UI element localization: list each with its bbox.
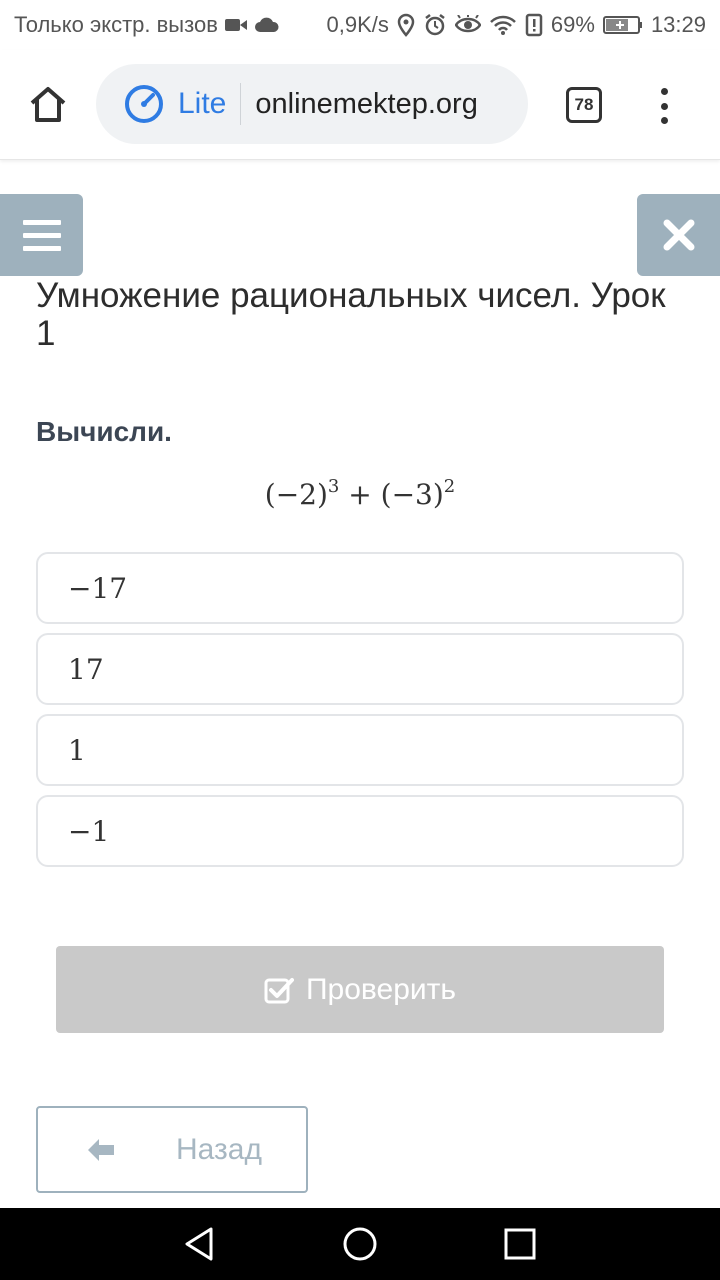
net-speed: 0,9K/s — [326, 12, 389, 37]
cloud-icon — [254, 17, 280, 33]
alert-icon — [525, 13, 543, 37]
address-bar[interactable]: Lite onlinemektep.org — [96, 64, 528, 144]
question-instruction: Вычисли. — [36, 416, 172, 447]
formula-term-a: (−2) — [264, 478, 328, 511]
eye-icon — [454, 15, 481, 35]
video-icon — [224, 17, 248, 33]
arrow-left-icon — [86, 1137, 116, 1163]
check-answer-button[interactable]: Проверить — [56, 946, 664, 1033]
menu-dot — [660, 117, 668, 124]
back-button[interactable]: Назад — [36, 1106, 308, 1193]
overflow-menu-button[interactable] — [650, 84, 678, 128]
hamburger-icon-bar — [22, 232, 61, 238]
answer-option[interactable]: −1 — [36, 795, 684, 867]
tab-switcher-button[interactable]: 78 — [566, 87, 602, 123]
check-button-label: Проверить — [305, 972, 457, 1006]
formula-exponent-b: 2 — [443, 476, 456, 497]
lite-mode-label: Lite — [178, 87, 227, 120]
menu-dot — [660, 102, 668, 110]
home-icon — [30, 87, 66, 122]
answer-option[interactable]: −17 — [36, 552, 684, 624]
close-button[interactable] — [637, 194, 720, 276]
triangle-back-icon — [185, 1227, 213, 1261]
formula-exponent-a: 3 — [327, 476, 340, 497]
location-icon — [397, 13, 415, 37]
lesson-title: Умножение рациональных чисел. Урок 1 — [36, 276, 666, 353]
nav-home-button[interactable] — [342, 1226, 378, 1267]
browser-toolbar: Lite onlinemektep.org 78 — [0, 50, 720, 160]
home-button[interactable] — [26, 82, 70, 126]
answer-options: −17 17 1 −1 — [36, 552, 684, 876]
back-button-label: Назад — [176, 1132, 262, 1166]
square-recents-icon — [504, 1228, 536, 1260]
menu-toggle-button[interactable] — [0, 194, 83, 276]
speedometer-icon — [124, 84, 164, 124]
url-divider — [240, 83, 242, 125]
answer-option[interactable]: 17 — [36, 633, 684, 705]
clock: 13:29 — [650, 12, 706, 37]
carrier-text: Только экстр. вызов — [14, 12, 218, 37]
nav-back-button[interactable] — [181, 1225, 217, 1268]
alarm-icon — [423, 13, 447, 37]
url-text[interactable]: onlinemektep.org — [255, 88, 477, 121]
hamburger-icon — [22, 219, 61, 225]
checkbox-check-icon — [264, 976, 294, 1004]
menu-dot — [660, 88, 668, 95]
nav-recents-button[interactable] — [503, 1227, 537, 1266]
battery-percent: 69% — [550, 12, 595, 37]
wifi-icon — [489, 14, 517, 36]
formula-operator: + — [348, 478, 372, 511]
system-nav-bar — [0, 1208, 720, 1280]
battery-icon — [602, 15, 643, 35]
formula-term-b: (−3) — [380, 478, 444, 511]
answer-option[interactable]: 1 — [36, 714, 684, 786]
status-bar: Только экстр. вызов 0,9K/s 69% 13:29 — [0, 0, 720, 50]
close-icon — [663, 219, 694, 251]
circle-home-icon — [343, 1227, 377, 1261]
hamburger-icon-bar — [22, 245, 61, 251]
math-expression: (−2)3 + (−3)2 — [0, 476, 720, 511]
